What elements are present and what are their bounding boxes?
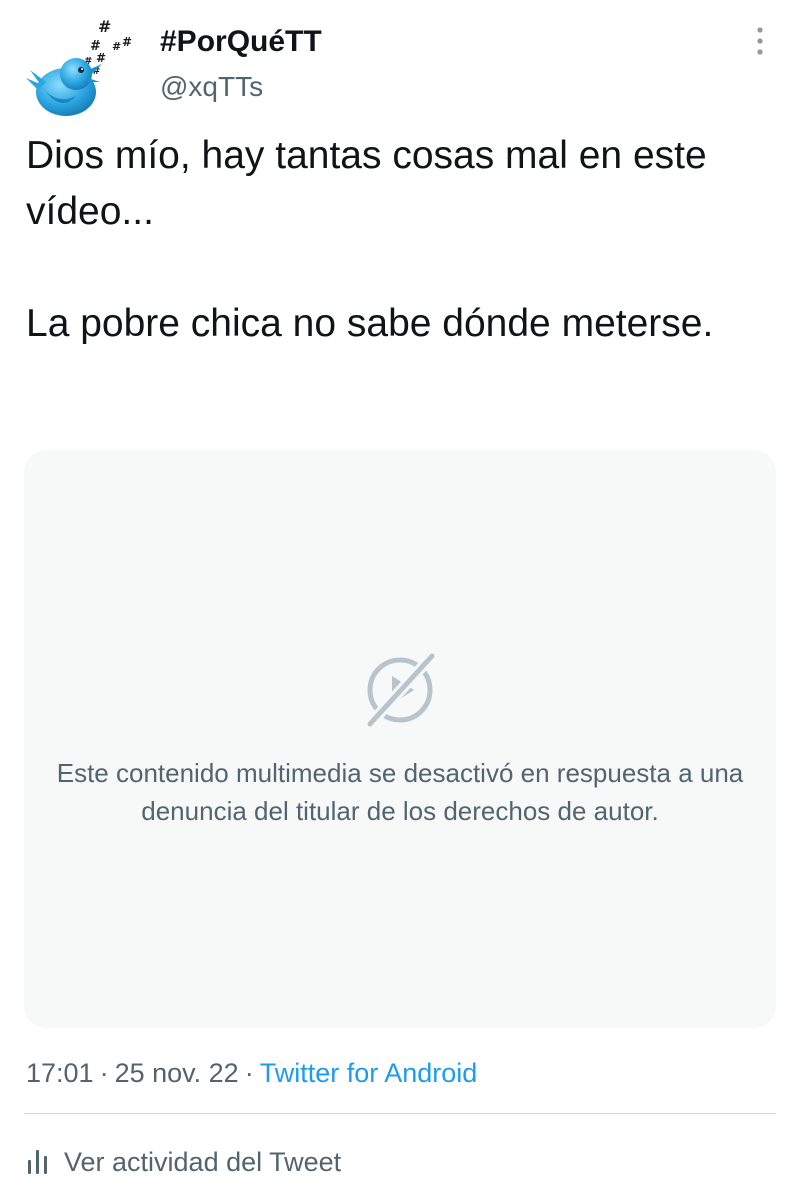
divider (24, 1113, 776, 1114)
more-options-button[interactable] (744, 22, 776, 60)
tweet-source-link[interactable]: Twitter for Android (260, 1058, 478, 1088)
disabled-media-card (24, 450, 776, 1028)
view-tweet-activity-label: Ver actividad del Tweet (64, 1147, 342, 1177)
svg-text:#: # (98, 17, 111, 36)
bluebird-hashtags-avatar-icon[interactable]: # # # # # # # (26, 12, 138, 122)
tweet-date[interactable]: 25 nov. 22 (115, 1058, 239, 1088)
author-handle[interactable]: @xqTTs (160, 68, 263, 106)
meta-separator: · (99, 1058, 109, 1088)
tweet-metadata: 17:01 · 25 nov. 22 · Twitter for Android (26, 1054, 477, 1092)
tweet: # # # # # # # #PorQuéTT @xqTTs Dios mío,… (0, 0, 801, 1200)
view-tweet-activity-button[interactable]: Ver actividad del Tweet (26, 1142, 341, 1182)
tweet-paragraph: La pobre chica no sabe dónde meterse. (26, 302, 714, 345)
media-disabled-icon (364, 652, 438, 728)
media-disabled-message: Este contenido multimedia se desactivó e… (56, 758, 744, 826)
tweet-text: Dios mío, hay tantas cosas mal en este v… (26, 128, 766, 352)
svg-text:#: # (96, 51, 106, 65)
meta-separator: · (244, 1058, 254, 1088)
author-display-name[interactable]: #PorQuéTT (160, 22, 322, 62)
svg-text:#: # (112, 40, 121, 53)
tweet-paragraph: Dios mío, hay tantas cosas mal en este v… (26, 134, 707, 233)
svg-text:#: # (122, 35, 132, 49)
analytics-icon (28, 1150, 47, 1174)
tweet-time[interactable]: 17:01 (26, 1058, 94, 1088)
more-vertical-icon (757, 27, 763, 55)
